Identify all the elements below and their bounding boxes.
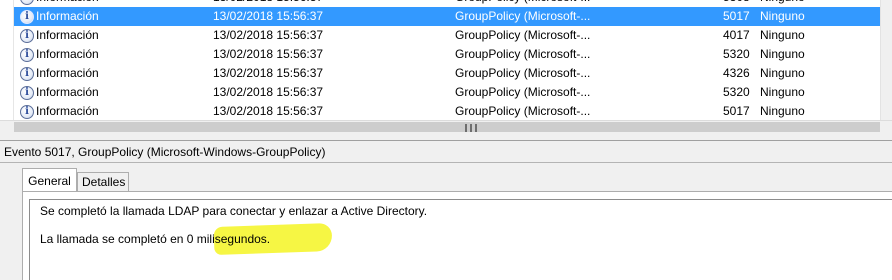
level-cell: iInformación: [20, 7, 210, 26]
event-row[interactable]: iInformación13/02/2018 15:56:37GroupPoli…: [14, 64, 880, 83]
source-cell: GroupPolicy (Microsoft-...: [455, 28, 591, 42]
source-cell: GroupPolicy (Microsoft-...: [455, 0, 715, 7]
level-label: Información: [36, 9, 99, 23]
general-tab-panel: Se completó la llamada LDAP para conecta…: [22, 191, 892, 280]
level-label: Información: [36, 47, 99, 61]
horizontal-scroll-thumb[interactable]: [14, 122, 880, 132]
level-cell: iInformación: [20, 64, 210, 83]
level-cell: iInformación: [20, 26, 210, 45]
level-label: Información: [36, 104, 99, 118]
event-details-title: Evento 5017, GroupPolicy (Microsoft-Wind…: [0, 141, 892, 163]
event-details-pane: Evento 5017, GroupPolicy (Microsoft-Wind…: [0, 141, 892, 280]
task-category-cell: Ninguno: [760, 104, 805, 118]
event-description[interactable]: Se completó la llamada LDAP para conecta…: [29, 199, 892, 280]
task-category-cell: Ninguno: [760, 0, 880, 7]
horizontal-scrollbar[interactable]: [0, 120, 892, 133]
date-cell: 13/02/2018 15:56:37: [213, 28, 324, 42]
information-icon: i: [20, 66, 34, 81]
level-label: Información: [36, 28, 99, 42]
vertical-scrollbar[interactable]: [880, 0, 892, 120]
event-row[interactable]: iInformación13/02/2018 15:56:37GroupPoli…: [14, 83, 880, 102]
date-cell: 13/02/2018 15:56:37: [213, 66, 324, 80]
event-id-cell: 5017: [723, 9, 750, 23]
date-cell: 13/02/2018 15:56:37: [213, 47, 324, 61]
task-category-cell: Ninguno: [760, 47, 805, 61]
event-row[interactable]: iInformación13/02/2018 15:56:37GroupPoli…: [14, 0, 880, 7]
scroll-grip-icon: [465, 124, 477, 132]
source-cell: GroupPolicy (Microsoft-...: [455, 9, 591, 23]
event-row[interactable]: iInformación13/02/2018 15:56:37GroupPoli…: [14, 26, 880, 45]
task-category-cell: Ninguno: [760, 9, 805, 23]
date-cell: 13/02/2018 15:56:37: [213, 0, 443, 7]
information-icon: i: [20, 47, 34, 62]
event-list[interactable]: i Información 13/02/2018 15:56:37 GroupPoli…: [0, 0, 892, 133]
level-label: Información: [36, 85, 99, 99]
event-rows: i Información 13/02/2018 15:56:37 GroupPoli…: [14, 0, 880, 121]
level-cell: iInformación: [20, 83, 210, 102]
list-gutter: [0, 0, 14, 120]
task-category-cell: Ninguno: [760, 28, 805, 42]
level-label: Información: [36, 66, 99, 80]
event-row[interactable]: iInformación13/02/2018 15:56:37GroupPoli…: [14, 102, 880, 121]
tab-general[interactable]: General: [22, 168, 77, 191]
pane-splitter[interactable]: [0, 133, 892, 141]
event-id-cell: 5320: [723, 47, 750, 61]
level-cell: iInformación: [20, 102, 210, 121]
information-icon: i: [20, 9, 34, 24]
event-row[interactable]: iInformación13/02/2018 15:56:37GroupPoli…: [14, 7, 880, 26]
description-line-2: La llamada se completó en 0 milisegundos…: [40, 232, 271, 246]
information-icon: i: [20, 85, 34, 100]
event-id-cell: 5017: [723, 104, 750, 118]
source-cell: GroupPolicy (Microsoft-...: [455, 85, 591, 99]
information-icon: i: [20, 0, 34, 5]
task-category-cell: Ninguno: [760, 85, 805, 99]
event-id-cell: 5320: [723, 85, 750, 99]
event-row[interactable]: iInformación13/02/2018 15:56:37GroupPoli…: [14, 45, 880, 64]
event-id-cell: 5308: [723, 0, 763, 7]
description-line-1: Se completó la llamada LDAP para conecta…: [40, 204, 428, 218]
event-id-cell: 4326: [723, 66, 750, 80]
date-cell: 13/02/2018 15:56:37: [213, 104, 324, 118]
information-icon: i: [20, 104, 34, 119]
task-category-cell: Ninguno: [760, 66, 805, 80]
date-cell: 13/02/2018 15:56:37: [213, 9, 324, 23]
information-icon: i: [20, 28, 34, 43]
level-cell: iInformación: [20, 0, 210, 7]
source-cell: GroupPolicy (Microsoft-...: [455, 104, 591, 118]
level-cell: iInformación: [20, 45, 210, 64]
source-cell: GroupPolicy (Microsoft-...: [455, 47, 591, 61]
tab-detalles[interactable]: Detalles: [77, 172, 129, 191]
date-cell: 13/02/2018 15:56:37: [213, 85, 324, 99]
event-id-cell: 4017: [723, 28, 750, 42]
source-cell: GroupPolicy (Microsoft-...: [455, 66, 591, 80]
level-label: Información: [36, 0, 99, 7]
